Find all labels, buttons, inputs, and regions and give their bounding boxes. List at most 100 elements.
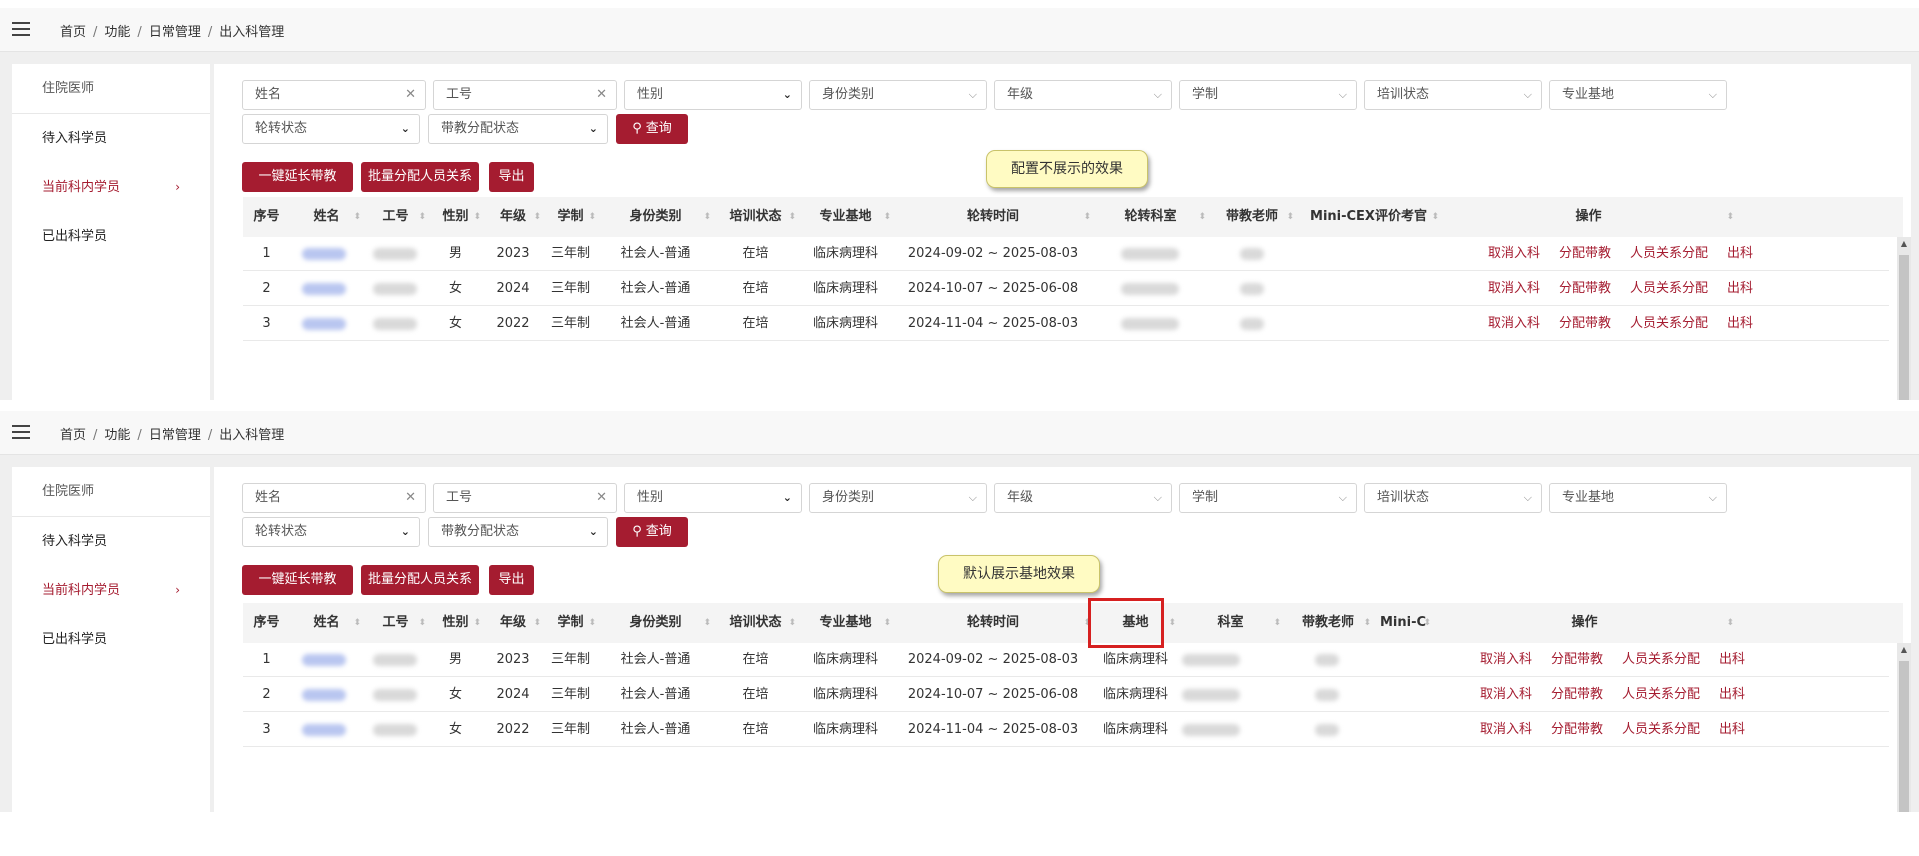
breadcrumb-item[interactable]: 日常管理 (149, 25, 201, 40)
table-scrollbar[interactable]: ▲ (1897, 237, 1911, 400)
grade-select[interactable]: 年级 ⌵ (994, 483, 1172, 513)
name-input[interactable]: 姓名 ✕ (242, 80, 426, 110)
base-select[interactable]: 专业基地 ⌵ (1549, 483, 1727, 513)
discharge-link[interactable]: 出科 (1727, 316, 1753, 331)
column-header[interactable]: 姓名 ⬍ (290, 603, 363, 643)
sidebar-item[interactable]: 当前科内学员 › (12, 163, 210, 212)
column-header[interactable]: 年级 ⬍ (483, 603, 543, 643)
mentor-status-select[interactable]: 带教分配状态 ⌄ (428, 114, 608, 144)
menu-icon[interactable] (12, 425, 30, 439)
column-header[interactable]: 学制 ⬍ (543, 197, 598, 237)
assign-mentor-link[interactable]: 分配带教 (1551, 722, 1603, 737)
assign-mentor-link[interactable]: 分配带教 (1551, 687, 1603, 702)
assign-relation-link[interactable]: 人员关系分配 (1630, 246, 1708, 261)
scrollbar-thumb[interactable] (1899, 661, 1909, 812)
column-header[interactable]: 带教老师 ⬍ (1208, 197, 1296, 237)
clear-icon[interactable]: ✕ (405, 484, 416, 512)
sort-icon[interactable]: ⬍ (473, 603, 481, 643)
training-status-select[interactable]: 培训状态 ⌵ (1364, 483, 1542, 513)
discharge-link[interactable]: 出科 (1727, 246, 1753, 261)
clear-icon[interactable]: ✕ (596, 484, 607, 512)
discharge-link[interactable]: 出科 (1719, 652, 1745, 667)
sort-icon[interactable]: ⬍ (418, 603, 426, 643)
breadcrumb-item[interactable]: 功能 (104, 25, 130, 40)
assign-mentor-link[interactable]: 分配带教 (1559, 281, 1611, 296)
column-header[interactable]: 培训状态 ⬍ (713, 197, 798, 237)
breadcrumb-item[interactable]: 日常管理 (149, 428, 201, 443)
column-header[interactable]: 学制 ⬍ (543, 603, 598, 643)
clear-icon[interactable]: ✕ (405, 81, 416, 109)
menu-icon[interactable] (12, 22, 30, 36)
sort-icon[interactable]: ⬍ (1423, 603, 1431, 643)
extend-mentor-button[interactable]: 一键延长带教 (242, 565, 353, 595)
sort-icon[interactable]: ⬍ (473, 197, 481, 237)
rotation-status-select[interactable]: 轮转状态 ⌄ (242, 114, 420, 144)
sort-icon[interactable]: ⬍ (588, 197, 596, 237)
sort-icon[interactable]: ⬍ (1168, 603, 1176, 643)
sort-icon[interactable]: ⬍ (1083, 197, 1091, 237)
id-input[interactable]: 工号 ✕ (433, 80, 617, 110)
column-header[interactable]: 年级 ⬍ (483, 197, 543, 237)
sort-icon[interactable]: ⬍ (1363, 603, 1371, 643)
assign-mentor-link[interactable]: 分配带教 (1551, 652, 1603, 667)
training-status-select[interactable]: 培训状态 ⌵ (1364, 80, 1542, 110)
column-header[interactable]: 专业基地 ⬍ (798, 197, 893, 237)
assign-mentor-link[interactable]: 分配带教 (1559, 246, 1611, 261)
sort-icon[interactable]: ⬍ (1273, 603, 1281, 643)
sort-icon[interactable]: ⬍ (1726, 603, 1734, 643)
identity-select[interactable]: 身份类别 ⌵ (809, 483, 987, 513)
column-header[interactable]: 工号 ⬍ (363, 197, 428, 237)
gender-select[interactable]: 性别 ⌄ (624, 483, 802, 513)
cancel-admission-link[interactable]: 取消入科 (1488, 281, 1540, 296)
breadcrumb-item[interactable]: 首页 (60, 25, 86, 40)
gender-select[interactable]: 性别 ⌄ (624, 80, 802, 110)
sort-icon[interactable]: ⬍ (788, 197, 796, 237)
sort-icon[interactable]: ⬍ (533, 197, 541, 237)
identity-select[interactable]: 身份类别 ⌵ (809, 80, 987, 110)
column-header[interactable]: 专业基地 ⬍ (798, 603, 893, 643)
discharge-link[interactable]: 出科 (1719, 687, 1745, 702)
cancel-admission-link[interactable]: 取消入科 (1480, 687, 1532, 702)
sort-icon[interactable]: ⬍ (788, 603, 796, 643)
assign-relation-link[interactable]: 人员关系分配 (1630, 316, 1708, 331)
column-header[interactable]: 工号 ⬍ (363, 603, 428, 643)
sort-icon[interactable]: ⬍ (883, 197, 891, 237)
id-input[interactable]: 工号 ✕ (433, 483, 617, 513)
cancel-admission-link[interactable]: 取消入科 (1488, 246, 1540, 261)
system-select[interactable]: 学制 ⌵ (1179, 80, 1357, 110)
column-header[interactable]: 培训状态 ⬍ (713, 603, 798, 643)
column-header[interactable]: 科室 ⬍ (1178, 603, 1283, 643)
base-select[interactable]: 专业基地 ⌵ (1549, 80, 1727, 110)
table-scrollbar[interactable]: ▲ (1897, 643, 1911, 812)
cancel-admission-link[interactable]: 取消入科 (1480, 722, 1532, 737)
sort-icon[interactable]: ⬍ (418, 197, 426, 237)
breadcrumb-item[interactable]: 首页 (60, 428, 86, 443)
sort-icon[interactable]: ⬍ (703, 603, 711, 643)
clear-icon[interactable]: ✕ (596, 81, 607, 109)
grade-select[interactable]: 年级 ⌵ (994, 80, 1172, 110)
name-input[interactable]: 姓名 ✕ (242, 483, 426, 513)
sort-icon[interactable]: ⬍ (533, 603, 541, 643)
column-header[interactable]: 操作 ⬍ (1441, 197, 1736, 237)
export-button[interactable]: 导出 (489, 162, 534, 192)
sort-icon[interactable]: ⬍ (1286, 197, 1294, 237)
column-header[interactable]: 轮转时间 ⬍ (893, 603, 1093, 643)
column-header[interactable]: 带教老师 ⬍ (1283, 603, 1373, 643)
assign-relation-link[interactable]: 人员关系分配 (1622, 722, 1700, 737)
column-header[interactable]: 序号 (243, 603, 290, 643)
column-header[interactable]: Mini-C ⬍ (1373, 603, 1433, 643)
sort-icon[interactable]: ⬍ (353, 197, 361, 237)
cancel-admission-link[interactable]: 取消入科 (1488, 316, 1540, 331)
assign-relation-link[interactable]: 人员关系分配 (1622, 687, 1700, 702)
mentor-status-select[interactable]: 带教分配状态 ⌄ (428, 517, 608, 547)
batch-assign-button[interactable]: 批量分配人员关系 (361, 565, 479, 595)
cancel-admission-link[interactable]: 取消入科 (1480, 652, 1532, 667)
query-button[interactable]: ⚲ 查询 (616, 114, 688, 144)
column-header[interactable]: 序号 (243, 197, 290, 237)
breadcrumb-item[interactable]: 功能 (104, 428, 130, 443)
column-header[interactable]: 性别 ⬍ (428, 603, 483, 643)
system-select[interactable]: 学制 ⌵ (1179, 483, 1357, 513)
extend-mentor-button[interactable]: 一键延长带教 (242, 162, 353, 192)
sort-icon[interactable]: ⬍ (1726, 197, 1734, 237)
assign-mentor-link[interactable]: 分配带教 (1559, 316, 1611, 331)
